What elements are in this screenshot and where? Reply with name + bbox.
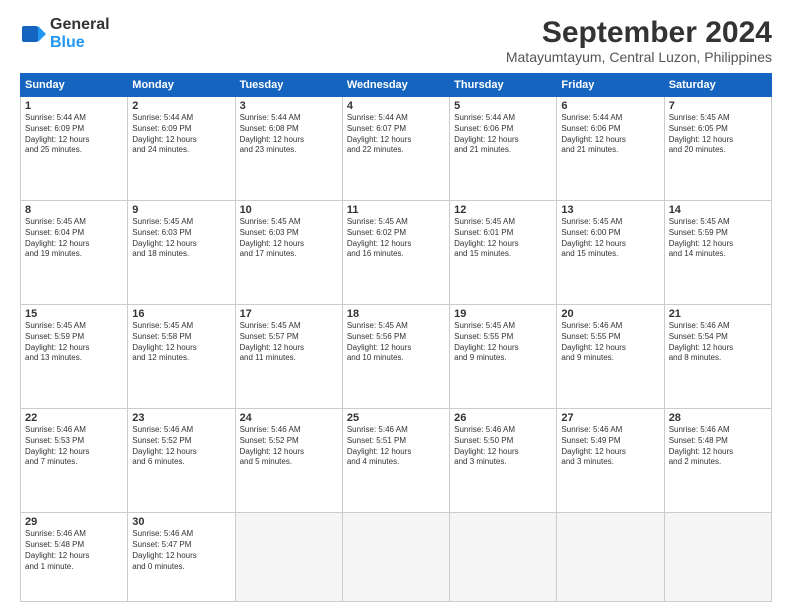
day-17: 17 Sunrise: 5:45 AM Sunset: 5:57 PM Dayl… (235, 305, 342, 409)
day-18: 18 Sunrise: 5:45 AM Sunset: 5:56 PM Dayl… (342, 305, 449, 409)
header-friday: Friday (557, 74, 664, 97)
day-5: 5 Sunrise: 5:44 AM Sunset: 6:06 PM Dayli… (450, 97, 557, 201)
day-7: 7 Sunrise: 5:45 AM Sunset: 6:05 PM Dayli… (664, 97, 771, 201)
week-1: 1 Sunrise: 5:44 AM Sunset: 6:09 PM Dayli… (21, 97, 772, 201)
day-21: 21 Sunrise: 5:46 AM Sunset: 5:54 PM Dayl… (664, 305, 771, 409)
header-thursday: Thursday (450, 74, 557, 97)
empty-cell-3 (450, 513, 557, 602)
day-6: 6 Sunrise: 5:44 AM Sunset: 6:06 PM Dayli… (557, 97, 664, 201)
day-11: 11 Sunrise: 5:45 AM Sunset: 6:02 PM Dayl… (342, 201, 449, 305)
logo-icon (20, 20, 48, 48)
day-25: 25 Sunrise: 5:46 AM Sunset: 5:51 PM Dayl… (342, 409, 449, 513)
day-8: 8 Sunrise: 5:45 AM Sunset: 6:04 PM Dayli… (21, 201, 128, 305)
day-14: 14 Sunrise: 5:45 AM Sunset: 5:59 PM Dayl… (664, 201, 771, 305)
day-3: 3 Sunrise: 5:44 AM Sunset: 6:08 PM Dayli… (235, 97, 342, 201)
week-5: 29 Sunrise: 5:46 AM Sunset: 5:48 PM Dayl… (21, 513, 772, 602)
day-9: 9 Sunrise: 5:45 AM Sunset: 6:03 PM Dayli… (128, 201, 235, 305)
day-13: 13 Sunrise: 5:45 AM Sunset: 6:00 PM Dayl… (557, 201, 664, 305)
week-4: 22 Sunrise: 5:46 AM Sunset: 5:53 PM Dayl… (21, 409, 772, 513)
day-16: 16 Sunrise: 5:45 AM Sunset: 5:58 PM Dayl… (128, 305, 235, 409)
day-27: 27 Sunrise: 5:46 AM Sunset: 5:49 PM Dayl… (557, 409, 664, 513)
week-3: 15 Sunrise: 5:45 AM Sunset: 5:59 PM Dayl… (21, 305, 772, 409)
day-29: 29 Sunrise: 5:46 AM Sunset: 5:48 PM Dayl… (21, 513, 128, 602)
empty-cell-5 (664, 513, 771, 602)
location: Matayumtayum, Central Luzon, Philippines (506, 49, 772, 65)
day-23: 23 Sunrise: 5:46 AM Sunset: 5:52 PM Dayl… (128, 409, 235, 513)
day-1: 1 Sunrise: 5:44 AM Sunset: 6:09 PM Dayli… (21, 97, 128, 201)
day-2: 2 Sunrise: 5:44 AM Sunset: 6:09 PM Dayli… (128, 97, 235, 201)
day-28: 28 Sunrise: 5:46 AM Sunset: 5:48 PM Dayl… (664, 409, 771, 513)
month-title: September 2024 (506, 16, 772, 49)
title-block: September 2024 Matayumtayum, Central Luz… (506, 16, 772, 65)
logo-blue: Blue (50, 34, 85, 51)
day-24: 24 Sunrise: 5:46 AM Sunset: 5:52 PM Dayl… (235, 409, 342, 513)
header-sunday: Sunday (21, 74, 128, 97)
week-2: 8 Sunrise: 5:45 AM Sunset: 6:04 PM Dayli… (21, 201, 772, 305)
day-19: 19 Sunrise: 5:45 AM Sunset: 5:55 PM Dayl… (450, 305, 557, 409)
header: General Blue September 2024 Matayumtayum… (20, 16, 772, 65)
calendar-table: Sunday Monday Tuesday Wednesday Thursday… (20, 73, 772, 602)
day-10: 10 Sunrise: 5:45 AM Sunset: 6:03 PM Dayl… (235, 201, 342, 305)
calendar-header-row: Sunday Monday Tuesday Wednesday Thursday… (21, 74, 772, 97)
day-22: 22 Sunrise: 5:46 AM Sunset: 5:53 PM Dayl… (21, 409, 128, 513)
empty-cell-1 (235, 513, 342, 602)
day-12: 12 Sunrise: 5:45 AM Sunset: 6:01 PM Dayl… (450, 201, 557, 305)
day-15: 15 Sunrise: 5:45 AM Sunset: 5:59 PM Dayl… (21, 305, 128, 409)
header-monday: Monday (128, 74, 235, 97)
day-4: 4 Sunrise: 5:44 AM Sunset: 6:07 PM Dayli… (342, 97, 449, 201)
header-wednesday: Wednesday (342, 74, 449, 97)
page: General Blue September 2024 Matayumtayum… (0, 0, 792, 612)
day-26: 26 Sunrise: 5:46 AM Sunset: 5:50 PM Dayl… (450, 409, 557, 513)
logo-general: General (50, 16, 110, 33)
header-saturday: Saturday (664, 74, 771, 97)
header-tuesday: Tuesday (235, 74, 342, 97)
day-20: 20 Sunrise: 5:46 AM Sunset: 5:55 PM Dayl… (557, 305, 664, 409)
empty-cell-2 (342, 513, 449, 602)
day-30: 30 Sunrise: 5:46 AM Sunset: 5:47 PM Dayl… (128, 513, 235, 602)
empty-cell-4 (557, 513, 664, 602)
logo: General Blue (20, 16, 110, 52)
